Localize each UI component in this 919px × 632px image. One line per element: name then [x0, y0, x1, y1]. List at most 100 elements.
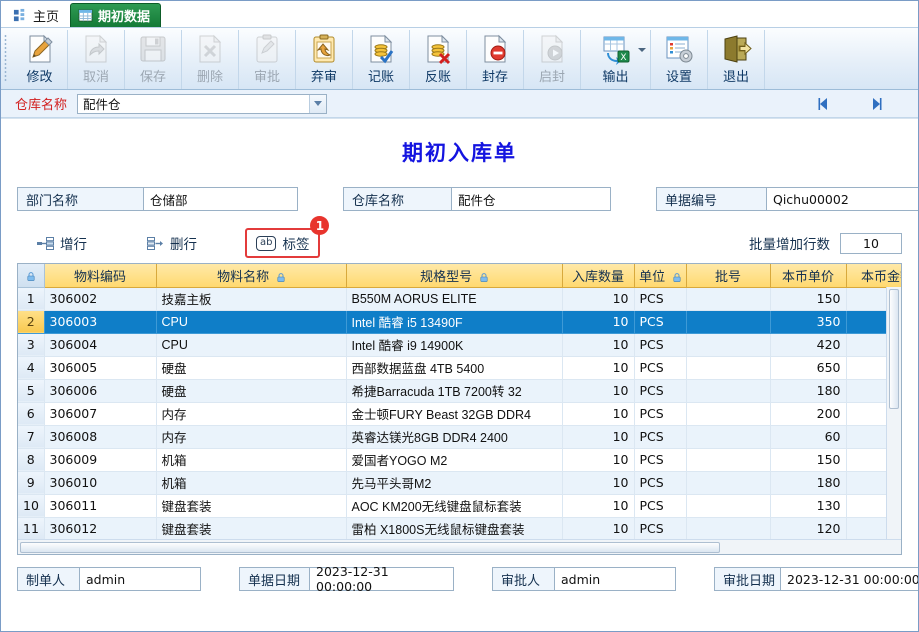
- cell-qty[interactable]: 10: [562, 287, 635, 311]
- cell-price[interactable]: 130: [770, 494, 847, 518]
- toolbar-button-modify[interactable]: 修改: [11, 30, 68, 89]
- cell-qty[interactable]: 10: [562, 379, 635, 403]
- column-header-price[interactable]: 本币单价: [770, 264, 847, 288]
- column-header-unit[interactable]: 单位: [634, 264, 687, 288]
- cell-spec[interactable]: AOC KM200无线键盘鼠标套装: [346, 494, 563, 518]
- toolbar-button-delete[interactable]: 删除: [182, 30, 239, 89]
- cell-unit[interactable]: PCS: [634, 333, 687, 357]
- cell-price[interactable]: 180: [770, 471, 847, 495]
- column-header-spec[interactable]: 规格型号: [346, 264, 563, 288]
- cell-spec[interactable]: 金士顿FURY Beast 32GB DDR4: [346, 402, 563, 426]
- cell-price[interactable]: 420: [770, 333, 847, 357]
- field-approval-date-value[interactable]: 2023-12-31 00:00:00: [780, 567, 918, 591]
- cell-price[interactable]: 120: [770, 517, 847, 541]
- cell-code[interactable]: 306011: [44, 494, 157, 518]
- cell-spec[interactable]: 西部数据蓝盘 4TB 5400: [346, 356, 563, 380]
- table-row[interactable]: 10306011键盘套装AOC KM200无线键盘鼠标套装10PCS1301,3…: [18, 494, 901, 518]
- toolbar-button-export[interactable]: X 输出: [581, 30, 651, 89]
- cell-code[interactable]: 306003: [44, 310, 157, 334]
- cell-idx[interactable]: 5: [18, 379, 45, 403]
- field-approver-value[interactable]: admin: [554, 567, 676, 591]
- cell-name[interactable]: CPU: [156, 310, 347, 334]
- table-row[interactable]: 9306010机箱先马平头哥M210PCS1801,800: [18, 471, 901, 495]
- cell-unit[interactable]: PCS: [634, 379, 687, 403]
- cell-idx[interactable]: 3: [18, 333, 45, 357]
- cell-price[interactable]: 650: [770, 356, 847, 380]
- toolbar-button-unpost[interactable]: 反账: [410, 30, 467, 89]
- toolbar-button-exit[interactable]: 退出: [708, 30, 765, 89]
- cell-spec[interactable]: Intel 酷睿 i9 14900K: [346, 333, 563, 357]
- toolbar-button-seal[interactable]: 封存: [467, 30, 524, 89]
- cell-qty[interactable]: 10: [562, 471, 635, 495]
- toolbar-button-settings[interactable]: 设置: [651, 30, 708, 89]
- delete-row-button[interactable]: 删行: [141, 230, 203, 256]
- cell-spec[interactable]: B550M AORUS ELITE: [346, 287, 563, 311]
- cell-idx[interactable]: 7: [18, 425, 45, 449]
- field-department-value[interactable]: 仓储部: [143, 187, 298, 211]
- cell-price[interactable]: 200: [770, 402, 847, 426]
- grid-horizontal-thumb[interactable]: [20, 541, 720, 553]
- batch-add-rows-input[interactable]: 10: [840, 232, 902, 254]
- cell-spec[interactable]: 爱国者YOGO M2: [346, 448, 563, 472]
- tab-initial-data[interactable]: 期初数据: [70, 3, 162, 27]
- tab-home[interactable]: 主页: [5, 3, 71, 27]
- column-header-lot[interactable]: 批号: [686, 264, 771, 288]
- cell-lot[interactable]: [686, 379, 771, 403]
- field-document-number-value[interactable]: Qichu00002: [766, 187, 918, 211]
- cell-qty[interactable]: 10: [562, 494, 635, 518]
- cell-price[interactable]: 350: [770, 310, 847, 334]
- add-row-button[interactable]: 增行: [31, 230, 93, 256]
- cell-code[interactable]: 306007: [44, 402, 157, 426]
- cell-name[interactable]: 键盘套装: [156, 517, 347, 541]
- table-row[interactable]: 1306002技嘉主板B550M AORUS ELITE10PCS1501,50…: [18, 287, 901, 311]
- cell-qty[interactable]: 10: [562, 425, 635, 449]
- export-dropdown-caret-icon[interactable]: [638, 48, 646, 52]
- cell-price[interactable]: 180: [770, 379, 847, 403]
- cell-lot[interactable]: [686, 448, 771, 472]
- cell-price[interactable]: 60: [770, 425, 847, 449]
- cell-unit[interactable]: PCS: [634, 425, 687, 449]
- toolbar-button-unapprove[interactable]: 弃审: [296, 30, 353, 89]
- chevron-down-icon[interactable]: [309, 94, 327, 113]
- cell-name[interactable]: 机箱: [156, 471, 347, 495]
- column-header-name[interactable]: 物料名称: [156, 264, 347, 288]
- table-row[interactable]: 6 306007 内存 金士顿FURY Beast 32GB DDR4 10 PCS 200…: [18, 402, 901, 426]
- field-warehouse-value[interactable]: 配件仓: [451, 187, 611, 211]
- cell-code[interactable]: 306006: [44, 379, 157, 403]
- cell-unit[interactable]: PCS: [634, 494, 687, 518]
- cell-idx[interactable]: 4: [18, 356, 45, 380]
- cell-unit[interactable]: PCS: [634, 402, 687, 426]
- cell-name[interactable]: 硬盘: [156, 379, 347, 403]
- cell-name[interactable]: 内存: [156, 425, 347, 449]
- table-row[interactable]: 3306004CPUIntel 酷睿 i9 14900K10PCS4204,20…: [18, 333, 901, 357]
- table-row[interactable]: 8306009机箱爱国者YOGO M210PCS1501,500: [18, 448, 901, 472]
- cell-name[interactable]: 硬盘: [156, 356, 347, 380]
- cell-qty[interactable]: 10: [562, 356, 635, 380]
- toolbar-button-cancel[interactable]: 取消: [68, 30, 125, 89]
- grid-horizontal-scrollbar[interactable]: [18, 539, 901, 554]
- column-header-amount[interactable]: 本币金额: [846, 264, 901, 288]
- cell-spec[interactable]: 先马平头哥M2: [346, 471, 563, 495]
- cell-code[interactable]: 306004: [44, 333, 157, 357]
- cell-code[interactable]: 306012: [44, 517, 157, 541]
- cell-lot[interactable]: [686, 287, 771, 311]
- cell-idx[interactable]: 9: [18, 471, 45, 495]
- column-header-code[interactable]: 物料编码: [44, 264, 157, 288]
- cell-lot[interactable]: [686, 333, 771, 357]
- cell-spec[interactable]: Intel 酷睿 i5 13490F: [346, 310, 563, 334]
- cell-lot[interactable]: [686, 425, 771, 449]
- cell-idx[interactable]: 1: [18, 287, 45, 311]
- cell-lot[interactable]: [686, 517, 771, 541]
- next-arrow-icon[interactable]: [868, 96, 884, 112]
- table-row[interactable]: 11306012键盘套装雷柏 X1800S无线鼠标键盘套装10PCS1201,2…: [18, 517, 901, 541]
- cell-spec[interactable]: 雷柏 X1800S无线鼠标键盘套装: [346, 517, 563, 541]
- field-creator-value[interactable]: admin: [79, 567, 201, 591]
- cell-spec[interactable]: 希捷Barracuda 1TB 7200转 32: [346, 379, 563, 403]
- cell-spec[interactable]: 英睿达镁光8GB DDR4 2400: [346, 425, 563, 449]
- table-row[interactable]: 4306005硬盘西部数据蓝盘 4TB 540010PCS6506,500: [18, 356, 901, 380]
- grid-vertical-thumb[interactable]: [889, 289, 899, 409]
- cell-idx[interactable]: 11: [18, 517, 45, 541]
- column-header-rownum[interactable]: [18, 264, 45, 288]
- cell-name[interactable]: 键盘套装: [156, 494, 347, 518]
- cell-unit[interactable]: PCS: [634, 287, 687, 311]
